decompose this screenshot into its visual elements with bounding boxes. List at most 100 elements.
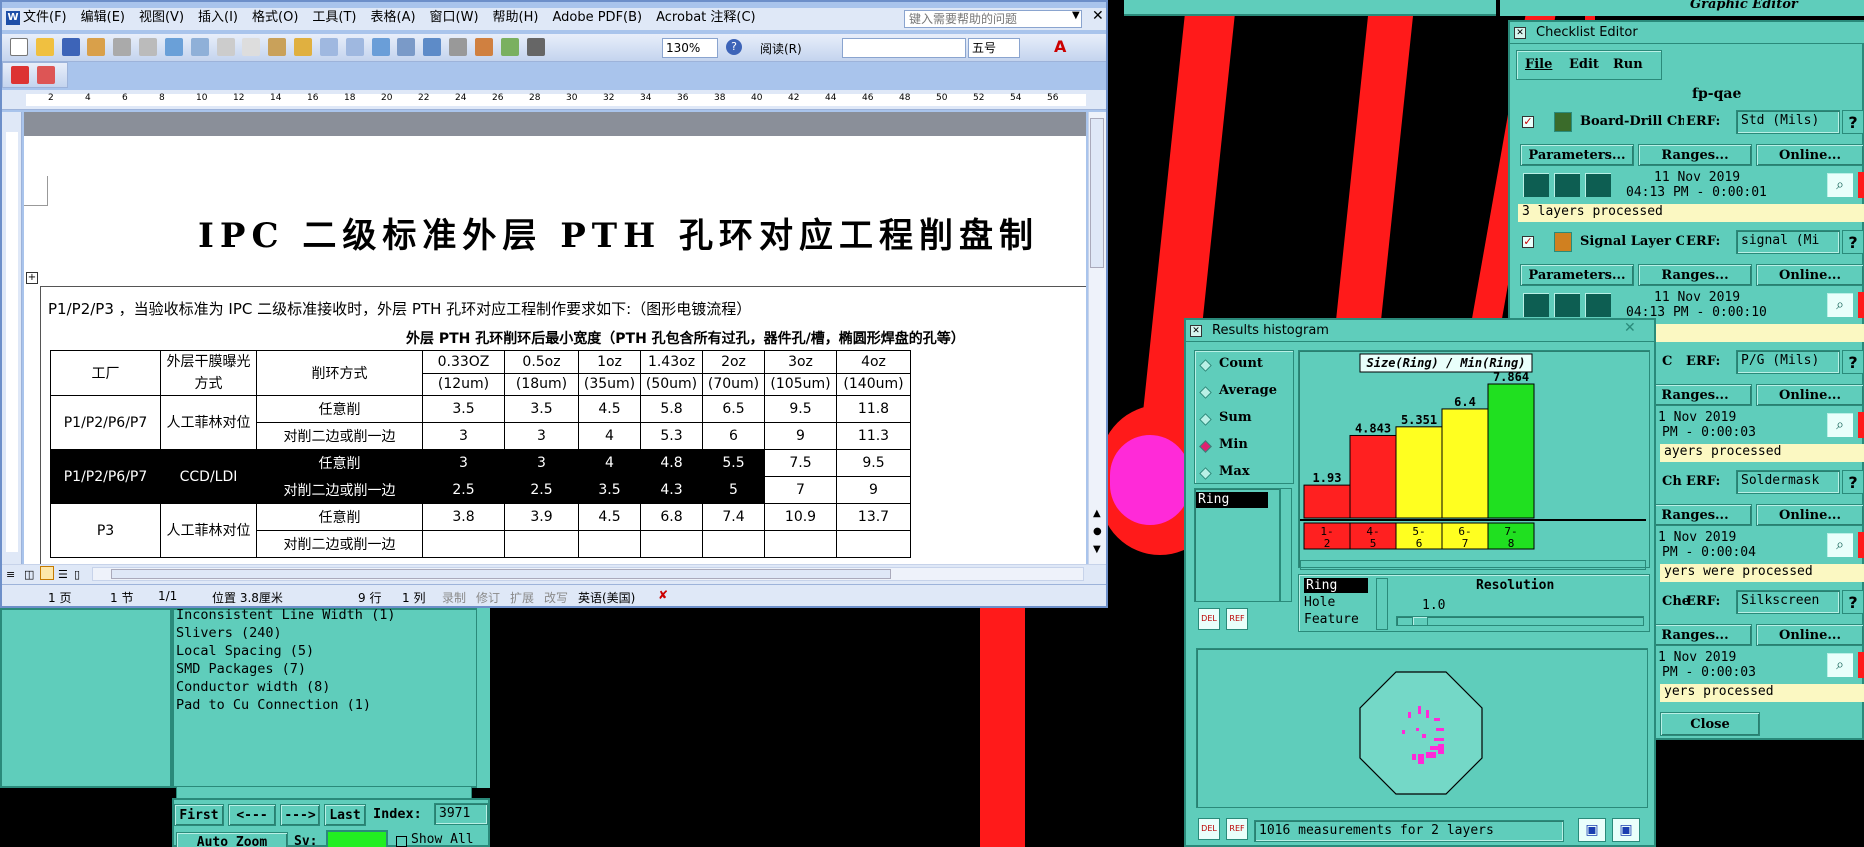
table-cell[interactable]: 4.5 [578, 503, 641, 531]
table-cell[interactable]: 10.9 [764, 503, 837, 531]
table-cell[interactable]: 对削二边或削一边 [256, 476, 423, 504]
table-cell[interactable]: 人工菲林对位 [160, 395, 257, 450]
resolution-slider-thumb[interactable] [1412, 616, 1428, 626]
reading-view-icon[interactable]: ▯ [74, 568, 80, 581]
last-button[interactable]: Last [324, 804, 366, 826]
online-button[interactable]: Online... [1756, 264, 1864, 286]
next-page-icon[interactable]: ▼ [1093, 544, 1101, 555]
status-track[interactable]: 修订 [476, 589, 500, 606]
table-cell[interactable]: 3.9 [504, 503, 579, 531]
hyperlink-icon[interactable] [371, 38, 390, 56]
spelling-icon[interactable] [164, 38, 183, 56]
table-header-cell[interactable]: 3oz [764, 350, 837, 374]
table-header-cell[interactable]: (18um) [504, 372, 579, 396]
help-button[interactable]: ? [1842, 350, 1864, 374]
erf-field[interactable]: signal (Mi [1736, 230, 1840, 254]
drawing-icon[interactable] [474, 38, 493, 56]
menu-edit[interactable]: Edit [1569, 57, 1599, 72]
horizontal-ruler[interactable]: 2 4 6 8 10 12 14 16 18 20 22 24 26 28 30 32 34 36 38 40 42 44… [2, 90, 1106, 110]
normal-view-icon[interactable]: ≡ [6, 568, 15, 581]
table-cell[interactable]: 5 [702, 476, 765, 504]
graph-icon[interactable]: ▣ [1612, 818, 1640, 842]
table-cell[interactable]: P3 [50, 503, 161, 558]
table-header-cell[interactable]: 4oz [836, 350, 911, 374]
table-cell[interactable]: 4.5 [578, 395, 641, 423]
outline-view-icon[interactable]: ☰ [58, 568, 68, 581]
zoom-icon[interactable]: ⌕ [1826, 532, 1854, 558]
table-cell[interactable] [422, 530, 505, 558]
menu-item[interactable]: 窗口(W) [423, 8, 486, 28]
table-cell[interactable]: 9 [764, 422, 837, 450]
document-area[interactable]: IPC 二级标准外层 PTH 孔环对应工程削盘制 + P1/P2/P3 ，当验收… [24, 112, 1086, 564]
prev-page-icon[interactable]: ▲ [1093, 508, 1101, 519]
table-header-cell[interactable]: 0.33OZ [422, 350, 505, 374]
table-header-cell[interactable]: (50um) [640, 372, 703, 396]
table-cell[interactable]: 4.3 [640, 476, 703, 504]
table-cell[interactable]: 3.5 [504, 395, 579, 423]
new-icon[interactable] [10, 38, 28, 56]
table-cell[interactable]: 6.5 [702, 395, 765, 423]
table-cell[interactable]: 3 [422, 422, 505, 450]
window-menu-icon[interactable]: ✕ [1190, 325, 1202, 337]
run-icon[interactable] [1522, 172, 1550, 198]
resolution-slider[interactable] [1396, 616, 1644, 626]
doc-map-icon[interactable] [500, 38, 519, 56]
report-item[interactable]: SMD Packages (7) [176, 660, 395, 678]
menu-item[interactable]: 表格(A) [364, 8, 423, 28]
table-cell[interactable]: 任意削 [256, 449, 423, 477]
type-feature[interactable]: Feature [1304, 612, 1359, 627]
read-mode-button[interactable]: 阅读(R) [760, 40, 802, 57]
redo-icon[interactable] [345, 38, 364, 56]
menu-item[interactable]: 视图(V) [132, 8, 191, 28]
table-cell[interactable]: 任意削 [256, 395, 423, 423]
table-header-cell[interactable]: 外层干膜曝光方式 [160, 350, 257, 396]
parameters-button[interactable]: Parameters... [1520, 144, 1634, 166]
table-cell[interactable]: 7.4 [702, 503, 765, 531]
table-cell[interactable]: 5.8 [640, 395, 703, 423]
status-overtype[interactable]: 改写 [544, 589, 568, 606]
mode-radio[interactable] [1199, 467, 1212, 480]
help-button[interactable]: ? [1842, 110, 1864, 134]
list-item-ring[interactable]: Ring [1196, 492, 1268, 508]
close-icon[interactable]: ✕ [1092, 8, 1104, 24]
print-layout-icon[interactable] [40, 566, 54, 580]
horizontal-scrollbar[interactable] [92, 567, 1084, 581]
table-cell[interactable] [836, 530, 911, 558]
table-cell[interactable]: 3 [504, 422, 579, 450]
table-cell[interactable]: 5.3 [640, 422, 703, 450]
table-header-cell[interactable]: (105um) [764, 372, 837, 396]
table-header-cell[interactable]: (140um) [836, 372, 911, 396]
table-cell[interactable]: 13.7 [836, 503, 911, 531]
check-name[interactable]: Board-Drill Che [1580, 114, 1684, 129]
erf-field[interactable]: P/G (Mils) [1736, 350, 1840, 374]
ref-icon[interactable]: REF [1226, 818, 1248, 840]
window-menu-icon[interactable]: ✕ [1514, 27, 1526, 39]
menu-run[interactable]: Run [1613, 57, 1643, 72]
table-cell[interactable]: 7 [764, 476, 837, 504]
table-cell[interactable]: 3.5 [578, 476, 641, 504]
help-button[interactable]: ? [1842, 470, 1864, 494]
spelling-status-icon[interactable]: ✘ [658, 588, 668, 602]
ref-icon[interactable]: REF [1226, 608, 1248, 630]
tables-icon[interactable] [397, 38, 416, 56]
table-cell[interactable]: 2.5 [422, 476, 505, 504]
table-cell[interactable]: 任意削 [256, 503, 423, 531]
table-cell[interactable]: 2.5 [504, 476, 579, 504]
table-cell[interactable]: 3 [422, 449, 505, 477]
help-icon[interactable]: ? [726, 39, 742, 55]
open-icon[interactable] [35, 38, 54, 56]
item-checkbox[interactable]: ✓ [1522, 236, 1534, 248]
requirements-table[interactable]: 工厂 外层干膜曝光方式 削环方式 0.33OZ 0.5oz 1oz 1.43oz 2oz 3oz… [50, 350, 911, 558]
list-scrollbar[interactable] [1280, 488, 1292, 602]
table-header-cell[interactable]: 1oz [578, 350, 641, 374]
menu-file[interactable]: File [1525, 57, 1552, 72]
sv-color-swatch[interactable] [326, 830, 388, 847]
table-cell[interactable]: 4.8 [640, 449, 703, 477]
report-item[interactable]: Conductor width (8) [176, 678, 395, 696]
histogram-titlebar[interactable]: ✕ Results histogram ✕ [1186, 320, 1654, 342]
erf-field[interactable]: Soldermask [1736, 470, 1840, 494]
dropdown-arrow-icon[interactable]: ▼ [1072, 10, 1080, 21]
type-ring[interactable]: Ring [1304, 578, 1368, 593]
mode-radio[interactable] [1199, 440, 1212, 453]
report-item[interactable]: Local Spacing (5) [176, 642, 395, 660]
